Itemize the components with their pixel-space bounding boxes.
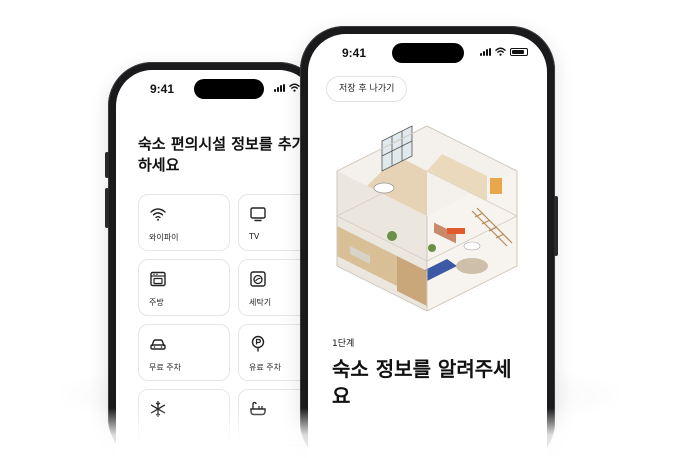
paid-parking-icon (251, 335, 265, 352)
save-and-exit-button[interactable]: 저장 후 나가기 (326, 76, 408, 102)
signal-icon (480, 47, 491, 56)
washer-icon (250, 271, 266, 287)
battery-icon (510, 47, 528, 56)
amenity-label: 무료 주차 (149, 363, 181, 372)
wifi-icon (150, 208, 166, 221)
signal-icon (274, 83, 285, 92)
kitchen-icon (150, 271, 166, 287)
amenity-label: 주방 (149, 298, 164, 307)
status-bar: 9:41 (308, 34, 547, 70)
amenity-card-wifi[interactable]: 와이파이 (138, 194, 230, 251)
tv-icon (250, 207, 266, 222)
status-time: 9:41 (150, 82, 175, 96)
status-time: 9:41 (342, 46, 367, 60)
snowflake-icon (150, 400, 166, 418)
back-phone: 9:41 숙소 편의시설 정보를 추가하세요 와이파이 TV 주방 세탁기 무료… (105, 62, 323, 458)
step-label: 1단계 (332, 339, 355, 349)
front-phone: 9:41 저장 후 나가기 1단계 숙소 정보를 알려주세요 (300, 26, 558, 458)
car-icon (150, 339, 166, 350)
side-button (105, 152, 109, 178)
amenity-card-kitchen[interactable]: 주방 (138, 259, 230, 316)
system-icons (480, 47, 528, 56)
amenity-label: TV (249, 232, 260, 241)
page-title: 숙소 정보를 알려주세요 (332, 357, 512, 408)
amenity-label: 유료 주차 (249, 363, 281, 372)
isometric-house-illustration (335, 125, 519, 312)
wifi-status-icon (289, 83, 300, 92)
system-icons (274, 83, 300, 92)
amenity-label: 와이파이 (149, 233, 179, 242)
amenity-card-air-conditioning[interactable] (138, 389, 230, 446)
status-bar: 9:41 (116, 70, 315, 106)
amenity-label: 세탁기 (249, 298, 272, 307)
amenity-card-free-parking[interactable]: 무료 주차 (138, 324, 230, 381)
bathtub-icon (250, 401, 266, 416)
page-title: 숙소 편의시설 정보를 추가하세요 (138, 135, 306, 174)
side-button (105, 188, 109, 228)
front-screen: 9:41 저장 후 나가기 1단계 숙소 정보를 알려주세요 (308, 34, 547, 458)
back-screen: 9:41 숙소 편의시설 정보를 추가하세요 와이파이 TV 주방 세탁기 무료… (116, 70, 315, 458)
power-button (554, 196, 558, 256)
dynamic-island (194, 79, 264, 99)
wifi-status-icon (495, 47, 506, 56)
dynamic-island (392, 43, 464, 63)
